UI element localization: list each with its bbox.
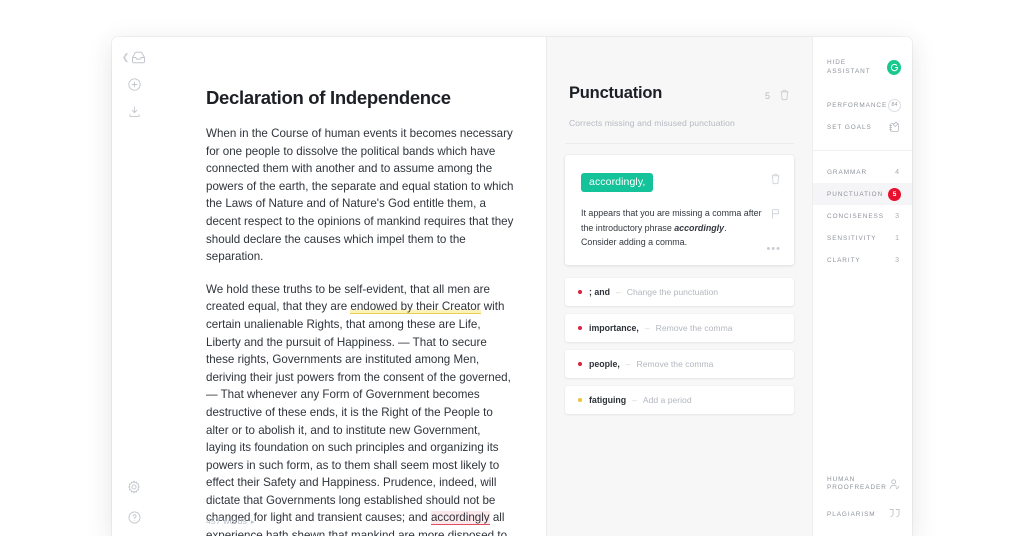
severity-dot: [578, 398, 582, 402]
suggestion-chip[interactable]: accordingly,: [581, 173, 654, 192]
suggestion-action: Add a period: [642, 395, 692, 405]
chevron-right-icon: ▸: [251, 519, 255, 526]
explanation-term: accordingly: [674, 222, 725, 233]
suggestion-highlight-are[interactable]: are: [398, 529, 415, 536]
suggestion-highlight-accordingly[interactable]: accordingly: [430, 511, 490, 526]
divider: [813, 150, 912, 151]
suggestion-row[interactable]: fatiguing – Add a period: [565, 386, 794, 414]
help-circle-icon: [128, 511, 141, 524]
sidebar-bottom-group: Human Proofreader Plagiarism: [813, 469, 912, 529]
download-button[interactable]: [112, 105, 156, 118]
trash-icon[interactable]: [770, 172, 781, 190]
separator-dash: –: [644, 323, 650, 333]
app-window: ❮ Declaration of Independence When in th…: [112, 37, 912, 536]
assistant-subtitle: Corrects missing and misused punctuation: [569, 118, 735, 128]
word-count-label: 457 words: [206, 516, 248, 526]
plus-circle-icon: [127, 78, 141, 91]
explanation-text: It appears that you are missing a comma …: [581, 208, 762, 233]
punctuation-count-badge: 5: [888, 187, 901, 201]
sidebar-item-grammar[interactable]: Grammar 4: [813, 161, 912, 183]
performance-badge-icon: 84: [888, 98, 901, 112]
human-proofreader-label: Human Proofreader: [827, 476, 887, 493]
grammarly-logo-icon: [887, 59, 901, 75]
sidebar-item-set-goals[interactable]: Set Goals: [813, 116, 912, 138]
human-proofreader-line1: Human: [827, 475, 856, 483]
more-horizontal-icon[interactable]: •••: [766, 243, 781, 255]
sidebar-item-conciseness[interactable]: Conciseness 3: [813, 205, 912, 227]
assistant-sidebar: Hide Assistant Performance 84 Set Goals: [812, 37, 912, 536]
chevron-left-icon: ❮: [121, 52, 130, 62]
grammar-label: Grammar: [827, 168, 868, 176]
target-icon: [888, 120, 901, 134]
sidebar-item-sensitivity[interactable]: Sensitivity 1: [813, 227, 912, 249]
plagiarism-label: Plagiarism: [827, 510, 876, 518]
clarity-label: Clarity: [827, 256, 861, 264]
separator-dash: –: [632, 395, 637, 405]
assistant-count: 5: [764, 91, 770, 101]
person-check-icon: [888, 478, 901, 491]
assistant-panel: Punctuation 5 Corrects missing and misus…: [546, 37, 812, 536]
text-segment: with certain unalienable Rights, that am…: [206, 300, 511, 525]
sidebar-item-human-proofreader[interactable]: Human Proofreader: [813, 469, 912, 499]
download-icon: [128, 105, 141, 118]
human-proofreader-line2: Proofreader: [827, 484, 887, 491]
left-toolbar: ❮: [112, 37, 156, 536]
suggestion-word: ; and: [589, 287, 611, 297]
hide-assistant-button[interactable]: Hide Assistant: [813, 52, 912, 82]
word-count[interactable]: 457 words ▸: [206, 516, 255, 526]
document-editor[interactable]: Declaration of Independence When in the …: [156, 37, 546, 536]
sidebar-item-performance[interactable]: Performance 84: [813, 94, 912, 116]
grammar-count: 4: [895, 168, 899, 176]
punctuation-label: Punctuation: [827, 190, 884, 198]
suggestion-word: people,: [589, 359, 620, 369]
suggestion-card[interactable]: accordingly, It appears that you are mis…: [565, 155, 794, 265]
document-paragraph-1[interactable]: When in the Course of human events it be…: [206, 125, 514, 266]
clarity-count: 3: [895, 256, 899, 264]
suggestion-action: Remove the comma: [655, 323, 733, 333]
suggestion-highlight-mankind[interactable]: mankind: [351, 529, 395, 536]
trash-icon[interactable]: [779, 88, 790, 106]
hide-assistant-label: Hide Assistant: [827, 59, 871, 75]
suggestion-action: Remove the comma: [636, 359, 714, 369]
suggestion-word: fatiguing: [589, 395, 627, 405]
severity-dot: [578, 290, 582, 294]
suggestion-word: importance,: [589, 323, 639, 333]
suggestion-row[interactable]: people, – Remove the comma: [565, 350, 794, 378]
set-goals-label: Set Goals: [827, 123, 872, 131]
conciseness-count: 3: [895, 212, 899, 220]
sidebar-item-plagiarism[interactable]: Plagiarism: [813, 499, 912, 529]
assistant-header: Punctuation 5: [565, 37, 794, 106]
help-button[interactable]: [112, 511, 156, 524]
inbox-icon: [131, 51, 146, 64]
settings-button[interactable]: [112, 480, 156, 494]
performance-label: Performance: [827, 101, 888, 109]
assistant-title: Punctuation: [569, 84, 663, 102]
document-paragraph-2[interactable]: We hold these truths to be self-evident,…: [206, 281, 514, 536]
sensitivity-count: 1: [895, 234, 899, 242]
suggestion-action: Change the punctuation: [626, 287, 719, 297]
suggestion-list: ; and – Change the punctuation importanc…: [565, 278, 794, 414]
flag-icon[interactable]: [770, 207, 781, 225]
suggestion-row[interactable]: importance, – Remove the comma: [565, 314, 794, 342]
document-title[interactable]: Declaration of Independence: [206, 87, 514, 109]
suggestion-highlight-endowed[interactable]: endowed by their Creator: [350, 300, 481, 315]
quote-marks-icon: [888, 508, 901, 520]
divider: [565, 143, 794, 144]
separator-dash: –: [616, 287, 621, 297]
separator-dash: –: [625, 359, 631, 369]
sidebar-item-punctuation[interactable]: Punctuation 5: [813, 183, 912, 205]
sensitivity-label: Sensitivity: [827, 234, 877, 242]
suggestion-explanation: It appears that you are missing a comma …: [581, 206, 763, 250]
add-document-button[interactable]: [112, 78, 156, 91]
suggestion-row[interactable]: ; and – Change the punctuation: [565, 278, 794, 306]
severity-dot: [578, 326, 582, 330]
severity-dot: [578, 362, 582, 366]
back-to-inbox-button[interactable]: ❮: [112, 51, 156, 64]
conciseness-label: Conciseness: [827, 212, 884, 220]
sidebar-item-clarity[interactable]: Clarity 3: [813, 249, 912, 271]
gear-icon: [127, 480, 141, 494]
